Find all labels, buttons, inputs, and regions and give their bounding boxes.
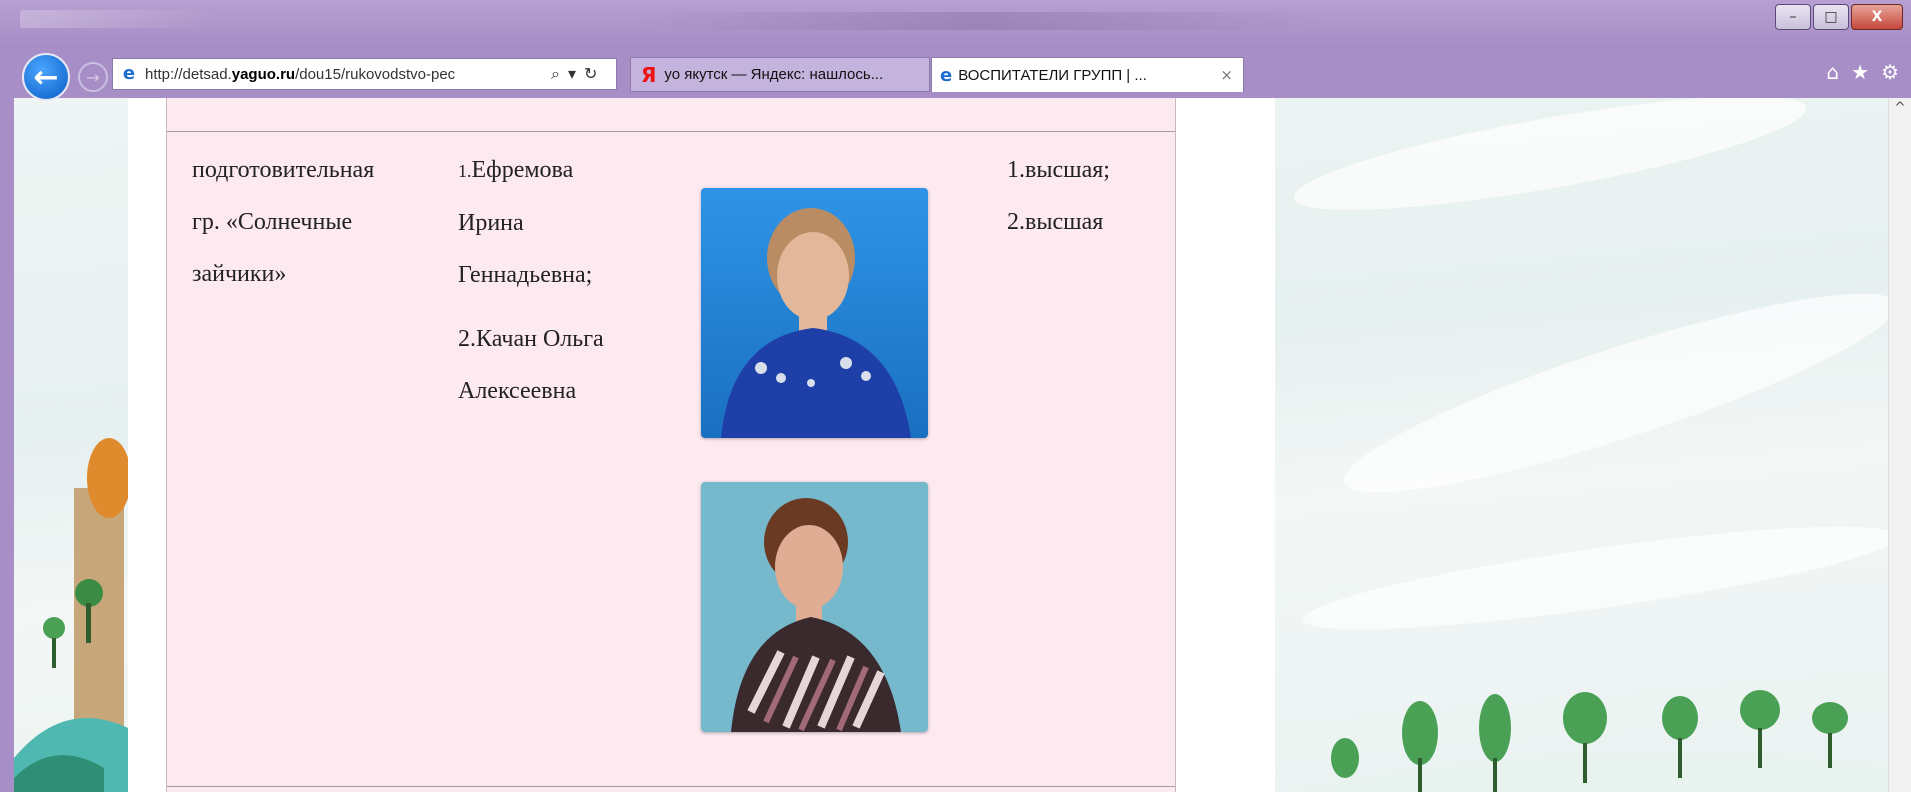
- dropdown-arrow-icon[interactable]: ▾: [568, 64, 576, 84]
- arrow-right-icon: →: [86, 67, 100, 87]
- back-button[interactable]: ←: [22, 53, 70, 101]
- url-domain: yaguo.ru: [231, 65, 296, 83]
- teachers-cell: 1.Ефремова Ирина Геннадьевна; 2.Качан Ол…: [458, 144, 604, 417]
- yandex-icon: Я: [641, 62, 657, 87]
- scroll-up-icon[interactable]: ^: [1891, 100, 1909, 120]
- group-name-cell: подготовительная гр. «Солнечные зайчики»: [192, 144, 374, 300]
- gear-icon[interactable]: ⚙: [1881, 60, 1899, 84]
- vertical-scrollbar[interactable]: [1888, 98, 1911, 792]
- url-suffix: /dou15/rukovodstvo-pec: [295, 65, 456, 83]
- teacher-name-line: Ирина: [458, 210, 524, 236]
- table-row-divider: [166, 786, 1176, 787]
- close-tab-icon[interactable]: ×: [1220, 66, 1233, 84]
- forward-button[interactable]: →: [78, 62, 108, 92]
- teacher-name-2: 2.Качан Ольга: [458, 326, 604, 352]
- ie-icon: e: [940, 64, 953, 86]
- page-viewport: подготовительная гр. «Солнечные зайчики»…: [0, 98, 1911, 792]
- background-illustration-left: [14, 438, 128, 792]
- background-cloud: [1298, 506, 1902, 650]
- refresh-icon[interactable]: ↻: [584, 64, 597, 84]
- background-cloud: [1330, 260, 1910, 526]
- teacher-name-line: Алексеевна: [458, 378, 577, 404]
- background-trees-right: [1290, 690, 1890, 792]
- teacher-photo-2: [701, 482, 928, 732]
- star-icon[interactable]: ★: [1851, 60, 1869, 84]
- table-border-left: [166, 98, 167, 792]
- teacher-photo-1: [701, 188, 928, 438]
- category-cell: 1.высшая; 2.высшая: [1007, 144, 1110, 248]
- category-line: 1.высшая;: [1007, 157, 1110, 183]
- window-title: [640, 12, 1320, 30]
- ie-icon: e: [122, 63, 136, 84]
- address-bar[interactable]: e http://detsad.yaguo.ru/dou15/rukovodst…: [112, 58, 617, 90]
- home-icon[interactable]: ⌂: [1826, 60, 1839, 84]
- tab-vospitateli[interactable]: e ВОСПИТАТЕЛИ ГРУПП | ... ×: [931, 57, 1244, 92]
- window-left-border: [0, 98, 14, 792]
- close-window-button[interactable]: X: [1851, 4, 1903, 30]
- navigation-bar: ← → e http://detsad.yaguo.ru/dou15/rukov…: [0, 48, 1911, 101]
- group-line: зайчики»: [192, 261, 287, 287]
- window-titlebar: – □ X: [0, 0, 1911, 48]
- url-prefix: http://detsad.: [145, 65, 232, 83]
- arrow-left-icon: ←: [33, 59, 59, 95]
- table-border-right: [1175, 98, 1176, 792]
- titlebar-quick-access: [20, 10, 220, 28]
- maximize-button[interactable]: □: [1813, 4, 1849, 30]
- toolbar-icons: ⌂ ★ ⚙: [1826, 60, 1899, 84]
- group-line: подготовительная: [192, 157, 375, 183]
- tab-label: ВОСПИТАТЕЛИ ГРУПП | ...: [958, 66, 1147, 84]
- tab-label: уо якутск — Яндекс: нашлось...: [664, 66, 884, 83]
- teacher-name-1: 1.Ефремова: [458, 157, 574, 183]
- minimize-button[interactable]: –: [1775, 4, 1811, 30]
- tab-yandex[interactable]: Я уо якутск — Яндекс: нашлось...: [630, 57, 930, 92]
- background-cloud: [1287, 98, 1813, 233]
- teacher-name-line: Геннадьевна;: [458, 262, 593, 288]
- table-row-divider: [166, 131, 1176, 132]
- address-url[interactable]: http://detsad.yaguo.ru/dou15/rukovodstvo…: [145, 66, 545, 83]
- window-controls: – □ X: [1775, 4, 1903, 30]
- group-line: гр. «Солнечные: [192, 209, 353, 235]
- category-line: 2.высшая: [1007, 209, 1104, 235]
- search-icon[interactable]: ⌕: [551, 64, 560, 84]
